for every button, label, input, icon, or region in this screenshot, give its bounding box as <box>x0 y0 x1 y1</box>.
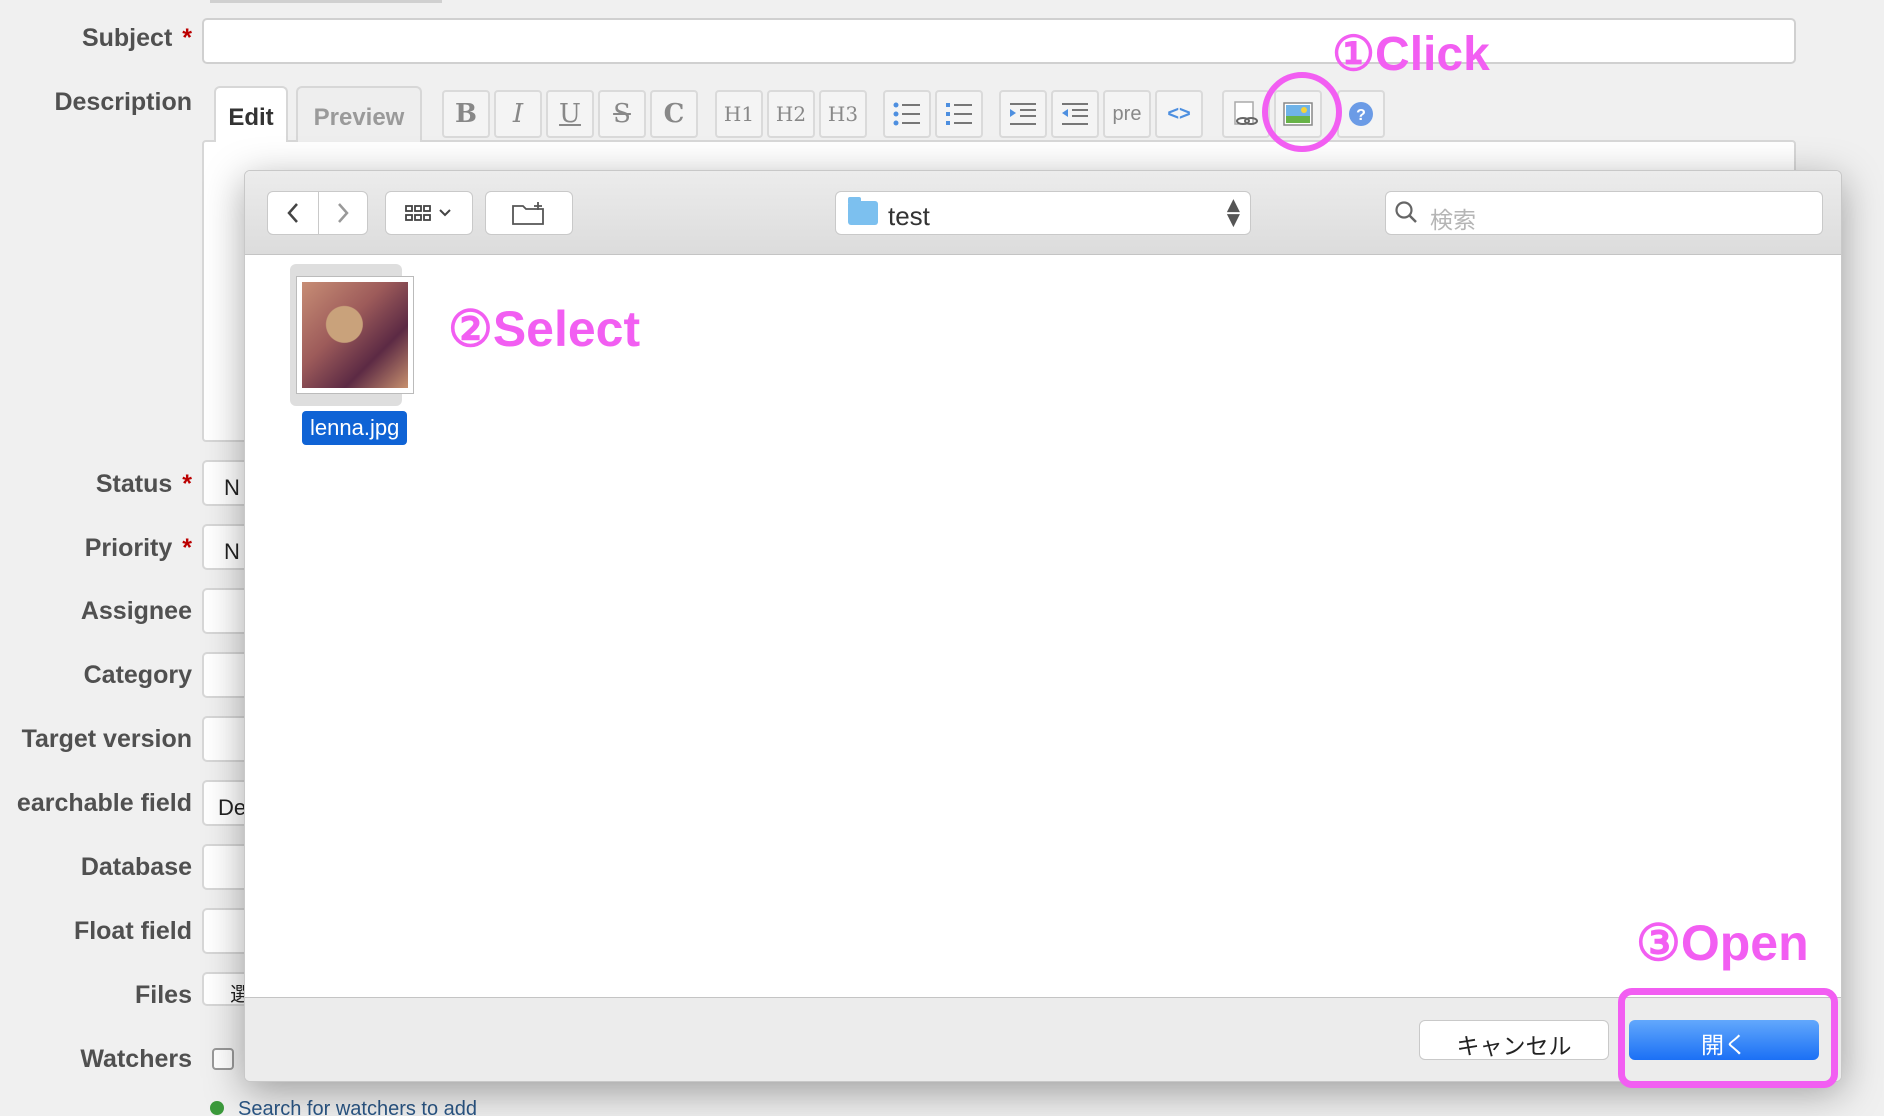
database-label: Database <box>80 853 192 881</box>
description-label: Description <box>54 88 192 116</box>
search-input[interactable]: 検索 <box>1385 191 1823 235</box>
required-mark: * <box>182 24 192 52</box>
tab-preview[interactable]: Preview <box>296 86 422 142</box>
priority-label: Priority * <box>84 534 192 562</box>
unordered-list-button[interactable] <box>883 90 931 138</box>
target-version-label: Target version <box>21 725 192 753</box>
add-icon <box>210 1101 224 1115</box>
view-options-button[interactable] <box>385 191 473 235</box>
chevron-right-icon <box>338 203 349 223</box>
annotation-step3: ③Open <box>1636 915 1809 971</box>
indent-button[interactable] <box>999 90 1047 138</box>
ordered-list-button[interactable] <box>935 90 983 138</box>
category-label: Category <box>83 661 192 689</box>
float-field-label: Float field <box>73 917 192 945</box>
tab-edit[interactable]: Edit <box>214 86 288 142</box>
top-divider <box>210 0 442 3</box>
help-icon: ? <box>1349 102 1373 126</box>
watcher-checkbox[interactable] <box>212 1048 234 1070</box>
heading3-button[interactable]: H3 <box>819 90 867 138</box>
numbered-list-icon <box>946 103 972 125</box>
dialog-footer: キャンセル 開く <box>245 997 1841 1081</box>
annotation-step1: ①Click <box>1332 28 1490 81</box>
watchers-label: Watchers <box>80 1045 192 1073</box>
new-folder-icon <box>512 202 544 225</box>
cancel-button[interactable]: キャンセル <box>1419 1020 1609 1060</box>
file-item-lenna[interactable] <box>290 264 414 408</box>
link-icon <box>1234 101 1258 125</box>
grid-view-icon <box>405 205 451 221</box>
current-folder-name: test <box>888 201 930 231</box>
searchable-field-label: earchable field <box>16 789 192 817</box>
underline-button[interactable]: U <box>546 90 594 138</box>
pre-button[interactable]: pre <box>1103 90 1151 138</box>
help-button[interactable]: ? <box>1337 90 1385 138</box>
svg-text:?: ? <box>1356 107 1366 124</box>
files-label: Files <box>135 981 192 1009</box>
outdent-icon <box>1062 103 1088 125</box>
search-icon <box>1394 200 1418 232</box>
annotation-highlight-box <box>1618 988 1838 1088</box>
folder-path-popup[interactable]: test ▲ ▼ <box>835 191 1251 235</box>
indent-icon <box>1010 103 1036 125</box>
chevron-left-icon <box>287 203 298 223</box>
dialog-toolbar: test ▲ ▼ 検索 <box>245 171 1841 255</box>
folder-icon <box>848 197 878 225</box>
file-name-label[interactable]: lenna.jpg <box>302 411 408 445</box>
forward-button[interactable] <box>318 191 368 235</box>
heading2-button[interactable]: H2 <box>767 90 815 138</box>
updown-chevron-icon: ▲ ▼ <box>1226 195 1240 230</box>
outdent-button[interactable] <box>1051 90 1099 138</box>
annotation-circle <box>1262 72 1342 152</box>
subject-label: Subject * <box>81 24 192 52</box>
bold-button[interactable]: B <box>442 90 490 138</box>
italic-button[interactable]: I <box>494 90 542 138</box>
bullet-list-icon <box>893 102 920 126</box>
new-folder-button[interactable] <box>485 191 573 235</box>
back-button[interactable] <box>267 191 319 235</box>
search-placeholder: 検索 <box>1430 207 1476 233</box>
status-label: Status * <box>95 470 192 498</box>
subject-input[interactable] <box>202 18 1796 64</box>
code-button[interactable]: C <box>650 90 698 138</box>
image-thumbnail <box>296 276 414 394</box>
annotation-step2: ②Select <box>448 301 641 357</box>
search-watchers-link[interactable]: Search for watchers to add <box>210 1098 477 1116</box>
inline-code-button[interactable]: <> <box>1155 90 1203 138</box>
strikethrough-button[interactable]: S <box>598 90 646 138</box>
assignee-label: Assignee <box>80 597 192 625</box>
heading1-button[interactable]: H1 <box>715 90 763 138</box>
